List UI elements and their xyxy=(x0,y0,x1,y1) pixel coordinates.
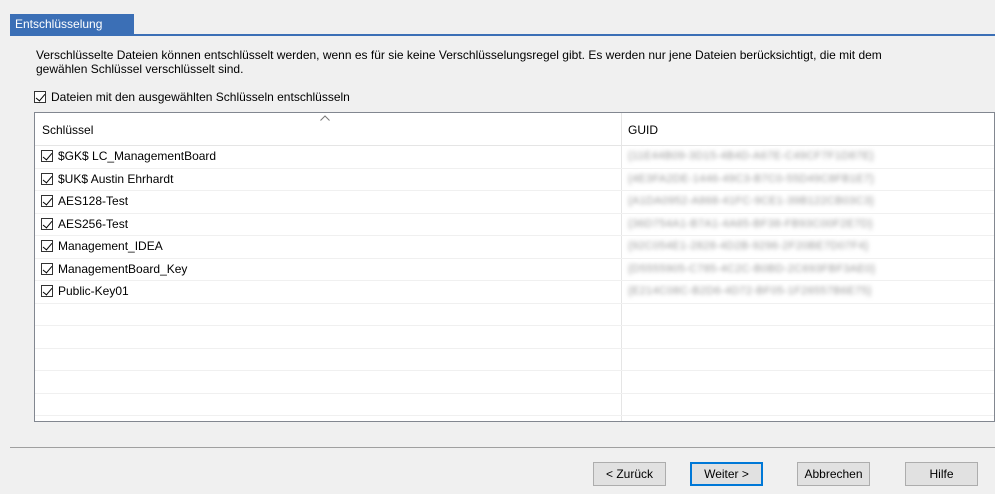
help-button[interactable]: Hilfe xyxy=(905,462,978,486)
description-line-1: Verschlüsselte Dateien können entschlüss… xyxy=(36,48,882,62)
table-row[interactable]: AES256-Test {36D754A1-B7A1-4A65-BF38-FB9… xyxy=(35,214,994,236)
key-rows: $GK$ LC_ManagementBoard {11E44B09-3D15-4… xyxy=(35,146,994,416)
cancel-button[interactable]: Abbrechen xyxy=(797,462,870,486)
row-checkbox-checked-icon[interactable] xyxy=(41,285,53,297)
empty-row xyxy=(35,349,994,371)
key-name: $UK$ Austin Ehrhardt xyxy=(58,171,174,186)
next-button[interactable]: Weiter > xyxy=(690,462,763,486)
decrypt-selected-keys-checkbox[interactable]: Dateien mit den ausgewählten Schlüsseln … xyxy=(34,89,350,105)
key-name: $GK$ LC_ManagementBoard xyxy=(58,149,217,163)
key-name: Management_IDEA xyxy=(58,239,163,253)
description-text: Verschlüsselte Dateien können entschlüss… xyxy=(36,48,991,76)
table-row[interactable]: $UK$ Austin Ehrhardt {4E3FA2DE-1446-49C3… xyxy=(35,169,994,191)
table-row[interactable]: ManagementBoard_Key {D5555905-C785-4C2C-… xyxy=(35,259,994,281)
list-header: Schlüssel GUID xyxy=(35,113,994,146)
key-guid: {4E3FA2DE-1446-49C3-B7C0-55D49C8FB1E7} xyxy=(628,172,875,185)
row-checkbox-checked-icon[interactable] xyxy=(41,150,53,162)
back-button[interactable]: < Zurück xyxy=(593,462,666,486)
table-row[interactable]: Public-Key01 {E214C08C-B2D6-4D72-BF05-1F… xyxy=(35,281,994,304)
empty-row xyxy=(35,394,994,416)
row-checkbox-checked-icon[interactable] xyxy=(41,172,53,185)
key-name: Public-Key01 xyxy=(58,284,129,298)
row-checkbox-checked-icon[interactable] xyxy=(41,195,53,207)
key-guid: {11E44B09-3D15-4B4D-A67E-C49CF7F1D87E} xyxy=(628,150,874,162)
key-guid: {D5555905-C785-4C2C-B0BD-2C693FBF3AE0} xyxy=(628,262,876,275)
key-name: ManagementBoard_Key xyxy=(58,261,188,276)
table-row[interactable]: AES128-Test {A1DA0952-A868-41FC-9CE1-39B… xyxy=(35,191,994,214)
column-header-key[interactable]: Schlüssel xyxy=(42,123,93,137)
row-checkbox-checked-icon[interactable] xyxy=(41,240,53,252)
table-row[interactable]: $GK$ LC_ManagementBoard {11E44B09-3D15-4… xyxy=(35,146,994,169)
key-guid: {A1DA0952-A868-41FC-9CE1-39B122CB03C3} xyxy=(628,195,875,207)
row-checkbox-checked-icon[interactable] xyxy=(41,262,53,275)
footer-divider xyxy=(10,447,995,448)
column-header-guid[interactable]: GUID xyxy=(628,123,658,137)
sort-ascending-icon xyxy=(320,115,330,121)
table-row[interactable]: Management_IDEA {92C054E1-2828-4D2B-9296… xyxy=(35,236,994,259)
row-checkbox-checked-icon[interactable] xyxy=(41,217,53,230)
key-guid: {36D754A1-B7A1-4A65-BF38-FB93C00F2E7D} xyxy=(628,217,873,230)
checkbox-checked-icon[interactable] xyxy=(34,91,46,103)
empty-row xyxy=(35,304,994,326)
key-name: AES128-Test xyxy=(58,194,129,208)
key-guid: {E214C08C-B2D6-4D72-BF05-1F26557B6E75} xyxy=(628,285,872,297)
key-name: AES256-Test xyxy=(58,216,129,231)
description-line-2: gewählen Schlüssel verschlüsselt sind. xyxy=(36,62,244,76)
empty-row xyxy=(35,326,994,349)
section-divider xyxy=(10,34,995,36)
decrypt-selected-keys-label: Dateien mit den ausgewählten Schlüsseln … xyxy=(51,90,350,104)
section-tab-label: Entschlüsselung xyxy=(15,17,103,31)
section-tab-decryption: Entschlüsselung xyxy=(10,14,134,34)
empty-row xyxy=(35,371,994,394)
keys-list[interactable]: Schlüssel GUID $GK$ LC_ManagementBoard {… xyxy=(34,112,995,422)
key-guid: {92C054E1-2828-4D2B-9296-2F20BE7D07F4} xyxy=(628,240,869,252)
